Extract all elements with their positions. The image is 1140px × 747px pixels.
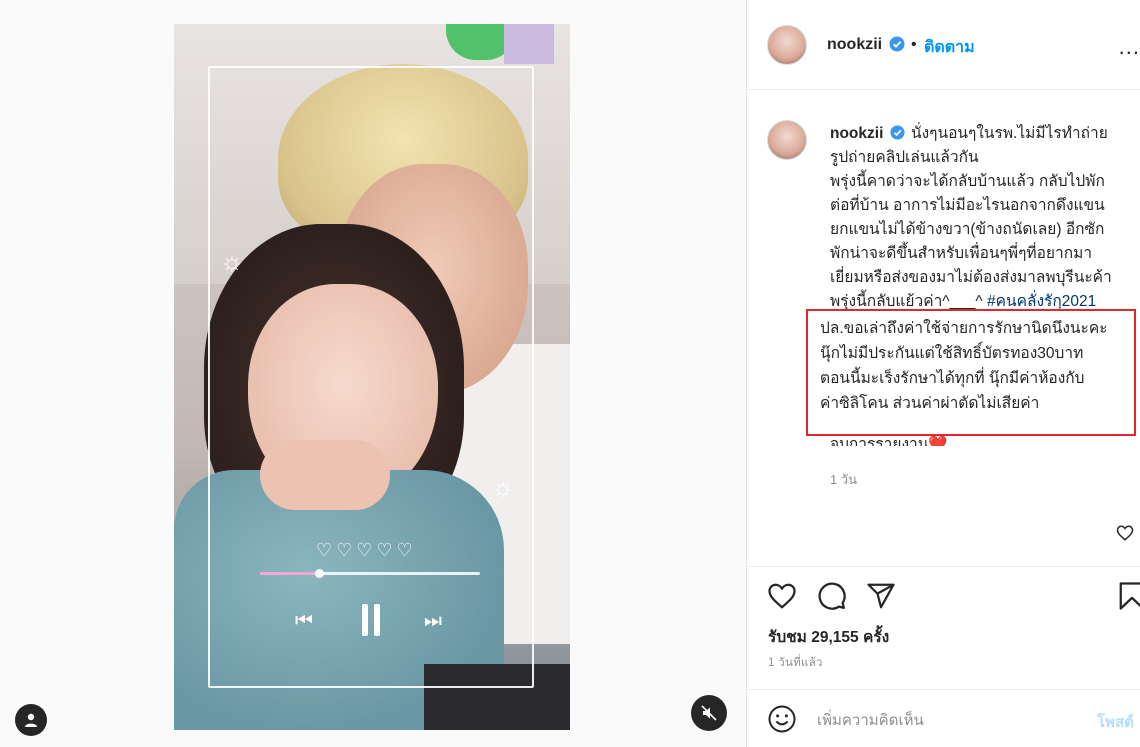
heart-icon[interactable] [767,581,797,611]
avatar[interactable] [767,25,807,65]
mute-button[interactable] [691,695,727,731]
post-username[interactable]: nookzii [827,36,882,54]
actions-divider [747,566,1140,567]
views-prefix: รับชม [768,629,807,646]
hearts-row: ♡♡♡♡♡ [316,540,417,560]
verified-badge-icon [890,125,905,140]
hashtag-link[interactable]: #คนคลั่งรักฺ2021 [987,293,1096,310]
sparkle-icon: ☼ [491,472,515,502]
more-options-button[interactable]: ... [1119,34,1140,60]
caption-line: ต่อที่บ้าน อาการไม่มีอะไรนอกจากดึงแขน [830,197,1105,214]
views-number: 29,155 [811,629,859,646]
view-count[interactable]: รับชม 29,155 ครั้ง [768,624,889,649]
caption-line: พรุ่งนี้คาดว่าจะได้กลับบ้านแล้ว กลับไปพั… [830,173,1105,190]
caption-avatar[interactable] [767,120,807,160]
comment-like-icon[interactable] [1116,524,1134,542]
video-progress-bar[interactable] [260,569,480,578]
user-icon [25,713,37,727]
comment-icon[interactable] [817,581,847,611]
comment-bar: โพสต์ [747,689,1140,747]
sparkle-icon: ☼ [220,246,244,276]
verified-badge-icon [889,36,905,52]
caption-line: จบการรายงาน❤️ [830,436,948,446]
video-overlay-frame [208,66,534,688]
tagged-people-button[interactable] [15,704,47,736]
media-pane: ☼ ☼ ♡♡♡♡♡ ⏮ ⏭ [0,0,747,747]
follow-button[interactable]: ติดตาม [924,35,975,60]
comment-input[interactable] [817,708,1087,732]
post-timestamp[interactable]: 1 วันที่แล้ว [768,654,823,672]
pause-icon[interactable] [360,604,382,636]
caption-line: พรุ่งนี้กลับแย้วค่า^___^ [830,293,983,310]
caption: nookzii นั่งๆนอนๆในรพ.ไม่มีไรทำถ่าย รูปถ… [830,122,1130,314]
views-suffix: ครั้ง [862,629,890,646]
highlight-box [806,309,1136,436]
caption-line: ยกแขนไม่ได้ข้างขวา(ข้างถนัดเลย) อีกซัก [830,221,1105,238]
next-icon[interactable]: ⏭ [424,611,442,631]
caption-time: 1 วัน [830,472,858,487]
video-progress-fill [260,572,320,575]
caption-line: รูปถ่ายคลิปเล่นแล้วกัน [830,149,979,166]
share-icon[interactable] [866,581,896,611]
caption-line: นั่งๆนอนๆในรพ.ไม่มีไรทำถ่าย [911,125,1108,142]
caption-username[interactable]: nookzii [830,125,883,142]
previous-icon[interactable]: ⏮ [295,611,313,631]
post-comment-button[interactable]: โพสต์ [1097,710,1134,734]
emoji-icon[interactable] [767,704,797,734]
caption-line: เยี่ยมหรือส่งของมาไม่ต้องส่งมาลพบุรีนะค้… [830,269,1112,286]
separator-dot: • [911,36,917,53]
post-header: nookzii • ติดตาม ... [747,0,1140,90]
speaker-muted-icon [701,705,717,721]
caption-line: พักน่าจะดีขึ้นสำหรับเพื่อนๆพี่ๆที่อยากมา [830,245,1093,262]
video-decoration [504,24,554,64]
bookmark-icon[interactable] [1117,581,1140,611]
